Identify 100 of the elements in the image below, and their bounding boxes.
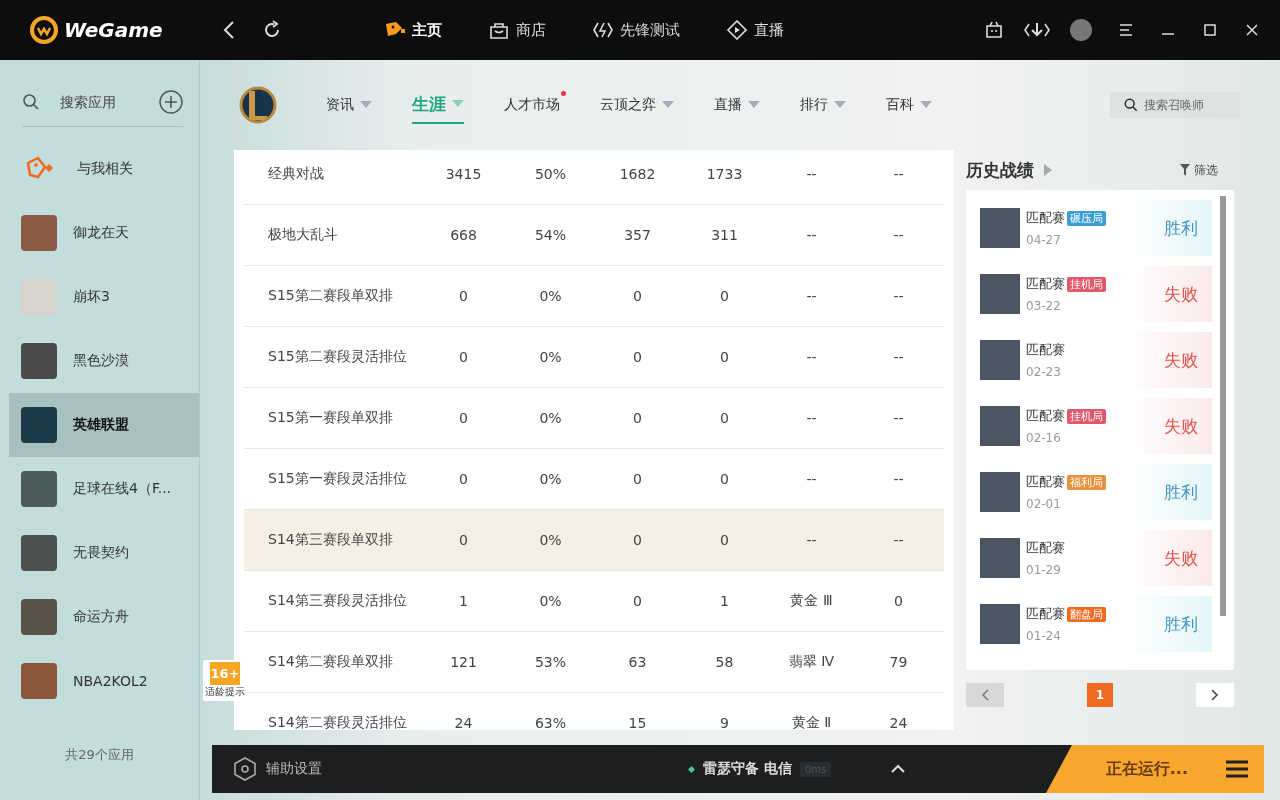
- nav-tab[interactable]: 直播: [726, 20, 784, 40]
- play-diamond-icon: [726, 20, 748, 40]
- table-cell: 0: [459, 471, 468, 487]
- app-count: 共29个应用: [64, 746, 135, 764]
- table-cell-text: S14第三赛段单双排: [267, 531, 393, 549]
- match-date: 01-24: [1026, 629, 1062, 643]
- match-date: 02-23: [1026, 365, 1062, 379]
- sidebar-item[interactable]: NBA2KOL2: [9, 649, 199, 713]
- section-tab[interactable]: 人才市场: [504, 86, 560, 124]
- match-entry[interactable]: 匹配赛 挂机局 02-16 失败: [980, 398, 1212, 454]
- sidebar-item-label: 黑色沙漠: [73, 352, 129, 370]
- table-cell: 53%: [534, 654, 567, 670]
- match-date: 01-29: [1026, 563, 1062, 577]
- sidebar-item[interactable]: 英雄联盟: [9, 393, 199, 457]
- nav-tab[interactable]: 商店: [488, 20, 546, 40]
- champion-avatar: [980, 406, 1020, 446]
- search-field[interactable]: 搜索应用: [58, 93, 152, 111]
- table-cell: 58: [715, 654, 734, 670]
- match-mode: 匹配赛: [1026, 605, 1065, 623]
- match-entry[interactable]: 匹配赛 福利局 02-01 胜利: [980, 464, 1212, 520]
- table-cell: --: [893, 410, 904, 426]
- summoner-search-field[interactable]: 搜索召唤师: [1110, 92, 1240, 118]
- table-cell-text: S15第二赛段单双排: [267, 287, 393, 305]
- section-tab[interactable]: 直播: [714, 86, 760, 124]
- table-cell-text: S15第二赛段灵活排位: [267, 348, 407, 366]
- match-mode: 匹配赛: [1026, 341, 1065, 359]
- gift-box-icon[interactable]: [984, 20, 1004, 40]
- sidebar-item[interactable]: 黑色沙漠: [9, 329, 199, 393]
- match-mode: 匹配赛: [1026, 539, 1065, 557]
- champion-avatar: [980, 274, 1020, 314]
- sidebar-item-label: 命运方舟: [73, 608, 129, 626]
- age-rating-badge: 16+ 适龄提示: [203, 660, 247, 701]
- section-tab[interactable]: 云顶之弈: [600, 86, 674, 124]
- table-cell: 1: [459, 593, 468, 609]
- match-entry[interactable]: 匹配赛 挂机局 03-22 失败: [980, 266, 1212, 322]
- assist-settings-button[interactable]: 辅助设置: [212, 756, 328, 782]
- champion-avatar: [980, 472, 1020, 512]
- lightning-icon: [592, 20, 614, 40]
- sidebar-item[interactable]: 无畏契约: [9, 521, 199, 585]
- filter-button[interactable]: 筛选: [1174, 160, 1224, 180]
- table-row[interactable]: S14第三赛段单双排 0 0% 0 0 -- --: [244, 510, 944, 571]
- table-cell: --: [806, 532, 817, 548]
- table-cell: --: [893, 166, 904, 182]
- sidebar-item-label: 崩坏3: [73, 288, 110, 306]
- table-cell: 668: [450, 227, 477, 243]
- close-icon[interactable]: [1244, 22, 1260, 38]
- maximize-icon[interactable]: [1202, 22, 1218, 38]
- table-cell-text: S14第二赛段灵活排位: [267, 714, 407, 730]
- table-cell-text: S15第一赛段单双排: [267, 409, 393, 427]
- table-cell: 黄金 Ⅱ: [791, 714, 832, 730]
- section-tab[interactable]: 百科: [886, 86, 932, 124]
- sidebar-item[interactable]: 崩坏3: [9, 265, 199, 329]
- sidebar-item-label: NBA2KOL2: [73, 673, 148, 689]
- sidebar-item[interactable]: 足球在线4（F...: [9, 457, 199, 521]
- match-entry[interactable]: 匹配赛 翻盘局 01-24 胜利: [980, 596, 1212, 652]
- table-cell: 0: [633, 349, 642, 365]
- champion-avatar: [980, 208, 1020, 248]
- match-date: 02-16: [1026, 431, 1062, 445]
- section-tab[interactable]: 排行: [800, 86, 846, 124]
- table-cell: 0: [459, 410, 468, 426]
- table-cell: 311: [711, 227, 738, 243]
- user-avatar[interactable]: [1070, 19, 1092, 41]
- menu-icon[interactable]: [1118, 22, 1134, 38]
- table-cell: 0: [633, 593, 642, 609]
- match-mode: 匹配赛: [1026, 407, 1065, 425]
- table-cell: 121: [450, 654, 477, 670]
- nav-tab[interactable]: 先锋测试: [592, 20, 680, 40]
- next-page-button[interactable]: [1196, 683, 1234, 707]
- match-mode: 匹配赛: [1026, 473, 1065, 491]
- diamond-icon: [688, 765, 695, 773]
- sidebar-item[interactable]: 与我相关: [9, 137, 199, 201]
- match-entry[interactable]: 匹配赛 01-29 失败: [980, 530, 1212, 586]
- menu-icon[interactable]: [1226, 760, 1248, 778]
- table-cell: 50%: [534, 166, 567, 182]
- sidebar-item-label: 足球在线4（F...: [73, 480, 172, 498]
- table-cell: 0%: [539, 593, 562, 609]
- table-cell: 0: [720, 532, 729, 548]
- running-button[interactable]: 正在运行...: [1046, 745, 1264, 793]
- chevron-right-icon: [1211, 689, 1219, 701]
- refresh-icon[interactable]: [262, 20, 282, 40]
- match-tag: 福利局: [1067, 474, 1106, 490]
- table-cell: --: [806, 227, 817, 243]
- table-cell: 1682: [619, 166, 656, 182]
- section-tab[interactable]: 资讯: [326, 86, 372, 124]
- match-entry[interactable]: 匹配赛 碾压局 04-27 胜利: [980, 200, 1212, 256]
- table-cell: 0: [720, 288, 729, 304]
- chevron-up-icon[interactable]: [891, 764, 906, 774]
- sidebar-item[interactable]: 御龙在天: [9, 201, 199, 265]
- nav-tab[interactable]: 主页: [384, 20, 442, 40]
- table-cell: --: [806, 349, 817, 365]
- table-cell: 0: [894, 593, 903, 609]
- match-entry[interactable]: 匹配赛 02-23 失败: [980, 332, 1212, 388]
- table-cell: --: [806, 288, 817, 304]
- match-mode: 匹配赛: [1026, 275, 1065, 293]
- hexagon-icon: [234, 757, 256, 781]
- match-date: 04-27: [1026, 233, 1062, 247]
- scrollbar[interactable]: [1220, 196, 1226, 616]
- add-icon[interactable]: [159, 90, 183, 114]
- table-cell: 15: [628, 715, 647, 730]
- sidebar-item[interactable]: 命运方舟: [9, 585, 199, 649]
